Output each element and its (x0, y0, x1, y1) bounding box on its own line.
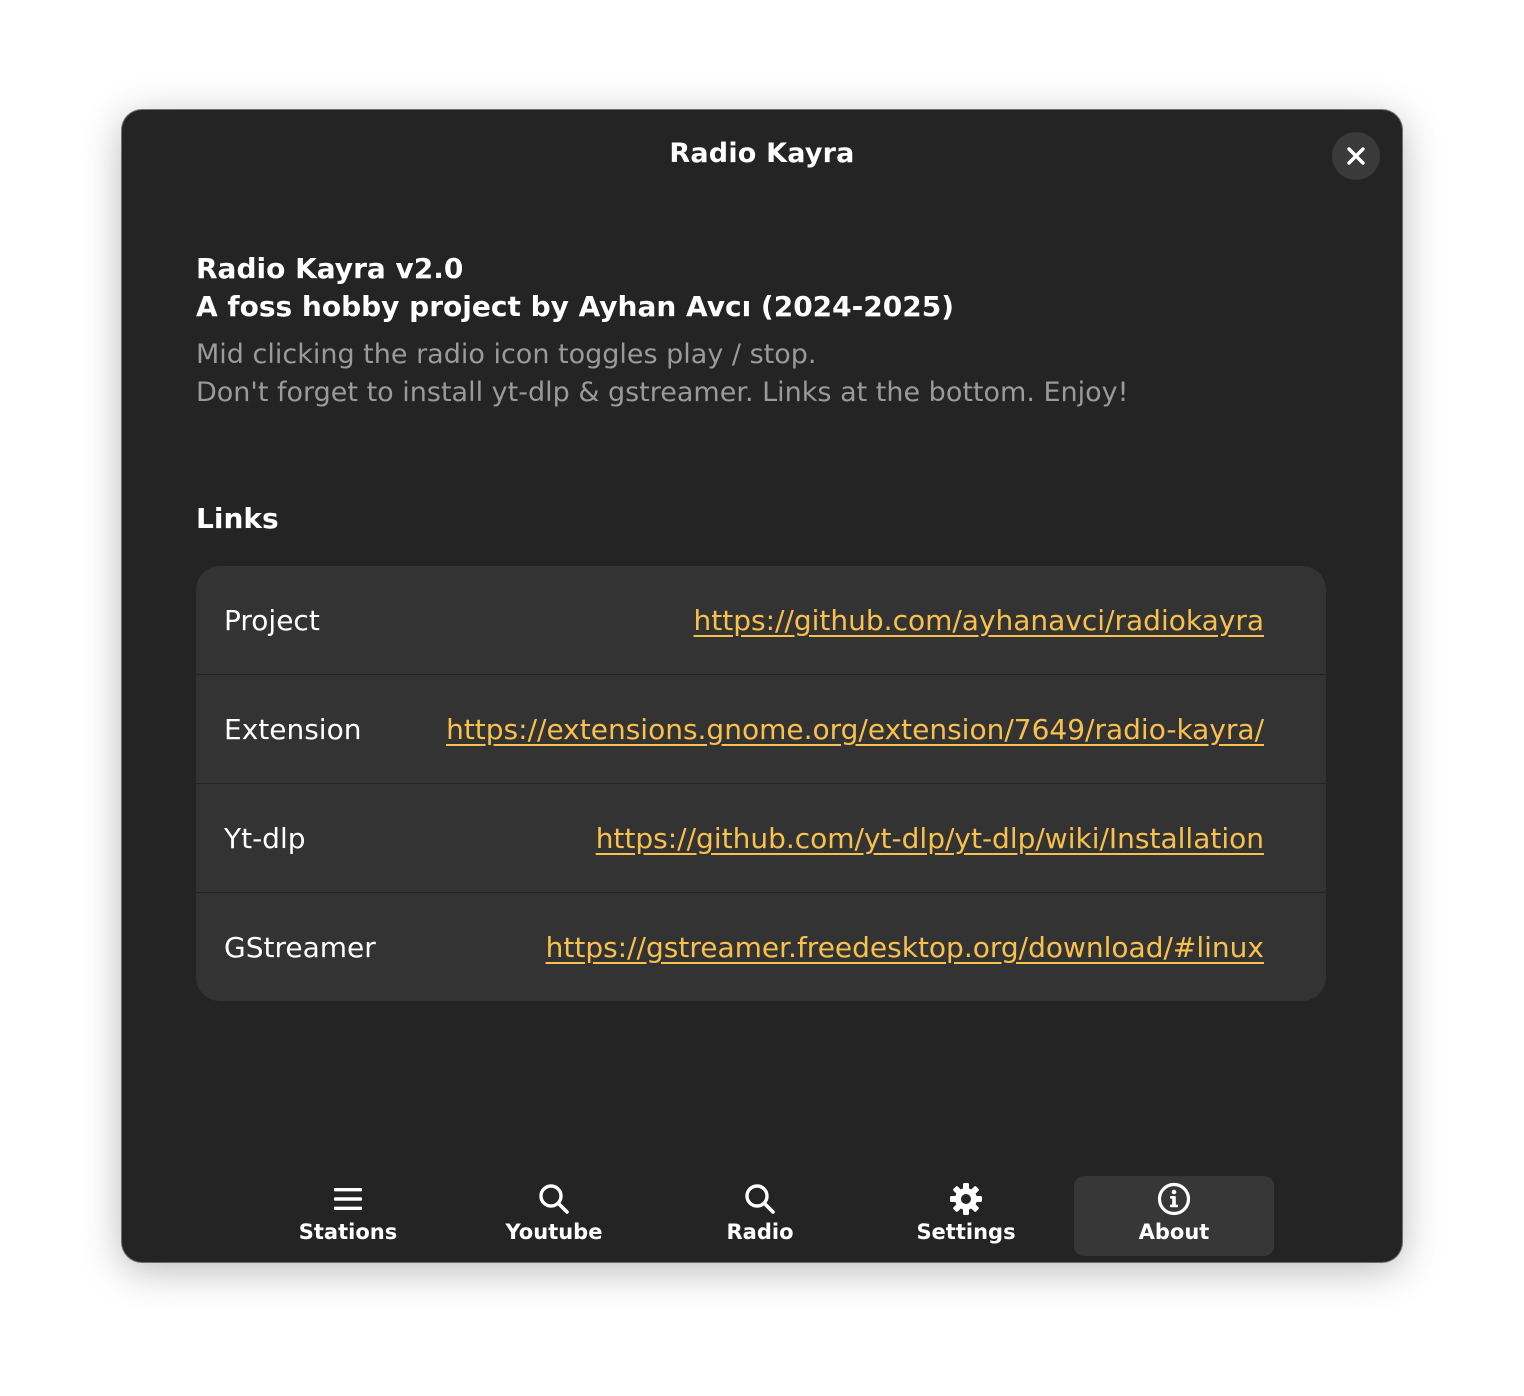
tab-settings[interactable]: Settings (866, 1176, 1066, 1256)
app-author-heading: A foss hobby project by Ayhan Avcı (2024… (196, 290, 954, 323)
description-line-1: Mid clicking the radio icon toggles play… (196, 339, 817, 370)
link-label: GStreamer (224, 930, 376, 964)
close-icon (1347, 147, 1365, 165)
window-title: Radio Kayra (669, 138, 855, 169)
tab-youtube[interactable]: Youtube (454, 1176, 654, 1256)
tab-radio[interactable]: Radio (660, 1176, 860, 1256)
tab-stations[interactable]: Stations (248, 1176, 448, 1256)
link-label: Yt-dlp (224, 821, 306, 855)
tab-label: Radio (726, 1220, 794, 1244)
links-list: Project https://github.com/ayhanavci/rad… (196, 566, 1326, 1001)
search-icon (743, 1182, 777, 1216)
tab-label: Settings (916, 1220, 1016, 1244)
search-icon (537, 1182, 571, 1216)
links-heading: Links (196, 502, 279, 535)
title-bar: Radio Kayra (122, 110, 1402, 202)
link-row-project: Project https://github.com/ayhanavci/rad… (196, 566, 1326, 675)
tab-label: Stations (298, 1220, 398, 1244)
link-label: Project (224, 603, 320, 637)
link-label: Extension (224, 712, 362, 746)
tab-label: Youtube (505, 1220, 603, 1244)
project-link[interactable]: https://github.com/ayhanavci/radiokayra (694, 604, 1265, 637)
app-description: Mid clicking the radio icon toggles play… (196, 336, 1328, 412)
list-icon (331, 1182, 365, 1216)
ytdlp-link[interactable]: https://github.com/yt-dlp/yt-dlp/wiki/In… (596, 822, 1264, 855)
close-button[interactable] (1332, 132, 1380, 180)
link-row-extension: Extension https://extensions.gnome.org/e… (196, 675, 1326, 784)
gear-icon (949, 1182, 983, 1216)
info-icon (1157, 1182, 1191, 1216)
about-window: Radio Kayra Radio Kayra v2.0 A foss hobb… (122, 110, 1402, 1262)
description-line-2: Don't forget to install yt-dlp & gstream… (196, 377, 1129, 408)
tab-label: About (1138, 1220, 1210, 1244)
link-row-ytdlp: Yt-dlp https://github.com/yt-dlp/yt-dlp/… (196, 784, 1326, 893)
app-version-heading: Radio Kayra v2.0 (196, 252, 464, 285)
extension-link[interactable]: https://extensions.gnome.org/extension/7… (446, 713, 1264, 746)
about-section: Radio Kayra v2.0 A foss hobby project by… (196, 250, 1328, 412)
tab-about[interactable]: About (1074, 1176, 1274, 1256)
bottom-tab-bar: Stations Youtube Radio Settings About (122, 1174, 1402, 1258)
link-row-gstreamer: GStreamer https://gstreamer.freedesktop.… (196, 893, 1326, 1001)
gstreamer-link[interactable]: https://gstreamer.freedesktop.org/downlo… (546, 931, 1264, 964)
